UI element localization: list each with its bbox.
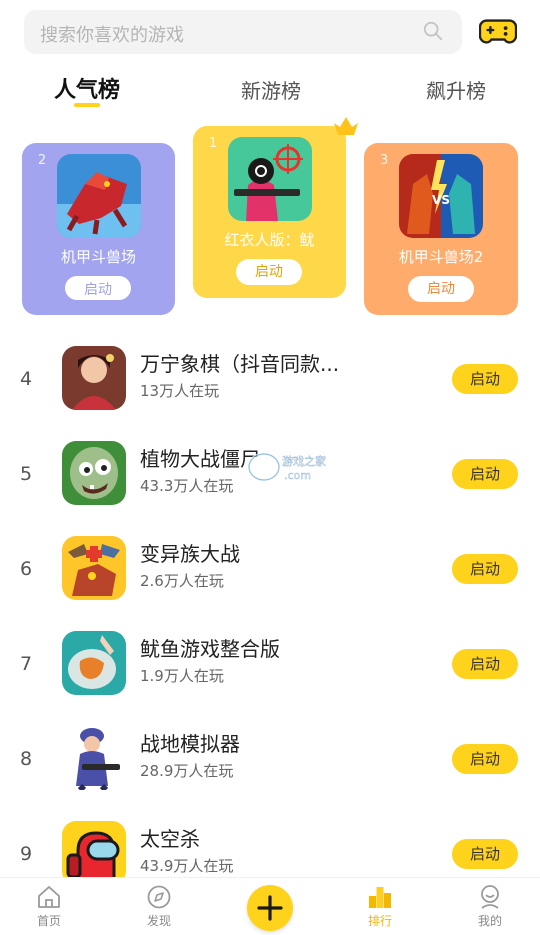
game-title: 战地模拟器 [140,732,240,756]
nav-label: 首页 [36,914,61,928]
nav-discover[interactable]: 发现 [129,884,189,929]
home-icon [38,886,60,908]
nav-label: 发现 [146,914,171,928]
watermark-text: 游戏之家 [282,454,326,468]
add-button[interactable] [247,885,293,931]
search-icon[interactable] [422,20,444,42]
game-title: 鱿鱼游戏整合版 [140,637,280,661]
game-thumbnail: VS [399,154,483,238]
player-count: 13万人在玩 [140,382,220,400]
game-title: 太空杀 [140,827,200,851]
podium-card-rank-3[interactable]: 3 VS 机甲斗兽场2 启动 [364,143,518,315]
podium-game-name: 机甲斗兽场 [60,248,136,266]
game-thumbnail [62,821,126,885]
tab-rising[interactable]: 飙升榜 [426,75,486,104]
launch-button[interactable]: 启动 [452,744,518,774]
list-rank: 9 [20,843,33,865]
nav-label: 排行 [367,914,392,928]
player-count: 43.3万人在玩 [140,477,234,495]
player-count: 28.9万人在玩 [140,762,234,780]
nav-home[interactable]: 首页 [19,884,79,929]
launch-button[interactable]: 启动 [236,259,302,285]
nav-profile[interactable]: 我的 [460,884,520,929]
game-thumbnail [62,631,126,695]
podium-game-name: 机甲斗兽场2 [398,248,484,266]
watermark: 游戏之家 .com [246,450,346,484]
game-thumbnail [62,346,126,410]
tab-active-indicator [74,103,100,107]
game-thumbnail [62,536,126,600]
game-title: 万宁象棋（抖音同款... [140,352,340,376]
list-rank: 8 [20,748,33,770]
podium-card-rank-1[interactable]: 1 红衣人版：鱿 启动 [193,126,346,298]
podium-rank: 1 [209,136,218,151]
search-bar[interactable]: 搜索你喜欢的游戏 [24,10,462,54]
game-thumbnail [228,137,312,221]
player-count: 43.9万人在玩 [140,857,234,875]
game-title: 植物大战僵尸 [140,447,260,471]
search-input[interactable]: 搜索你喜欢的游戏 [40,21,184,47]
ranking-icon [369,887,391,908]
list-rank: 5 [20,463,33,485]
launch-button[interactable]: 启动 [452,554,518,584]
launch-button[interactable]: 启动 [452,839,518,869]
podium-game-name: 红衣人版：鱿 [224,231,315,249]
game-title: 变异族大战 [140,542,240,566]
launch-button[interactable]: 启动 [408,276,474,302]
list-item[interactable]: 8 战地模拟器 28.9万人在玩 启动 [0,726,540,821]
gamepad-icon[interactable] [479,14,517,48]
game-thumbnail [57,154,141,238]
list-item[interactable]: 4 万宁象棋（抖音同款... 13万人在玩 启动 [0,346,540,441]
compass-icon [147,885,171,909]
list-rank: 6 [20,558,33,580]
watermark-domain: .com [284,469,311,482]
podium-card-rank-2[interactable]: 2 机甲斗兽场 启动 [22,143,175,315]
plus-icon [257,895,283,921]
launch-button[interactable]: 启动 [452,459,518,489]
podium-rank: 3 [380,153,389,168]
list-rank: 7 [20,653,33,675]
list-item[interactable]: 6 变异族大战 2.6万人在玩 启动 [0,536,540,631]
nav-ranking[interactable]: 排行 [350,884,410,929]
launch-button[interactable]: 启动 [452,649,518,679]
tab-new-games[interactable]: 新游榜 [241,75,301,104]
crown-icon [334,117,358,135]
list-item[interactable]: 7 鱿鱼游戏整合版 1.9万人在玩 启动 [0,631,540,726]
nav-label: 我的 [477,914,502,928]
game-thumbnail [62,726,126,790]
list-rank: 4 [20,368,33,390]
podium-rank: 2 [38,153,47,168]
player-count: 2.6万人在玩 [140,572,224,590]
svg-text:VS: VS [432,193,450,207]
player-count: 1.9万人在玩 [140,667,224,685]
profile-icon [481,885,499,909]
tab-popular[interactable]: 人气榜 [54,72,120,104]
launch-button[interactable]: 启动 [65,276,131,300]
launch-button[interactable]: 启动 [452,364,518,394]
game-thumbnail [62,441,126,505]
